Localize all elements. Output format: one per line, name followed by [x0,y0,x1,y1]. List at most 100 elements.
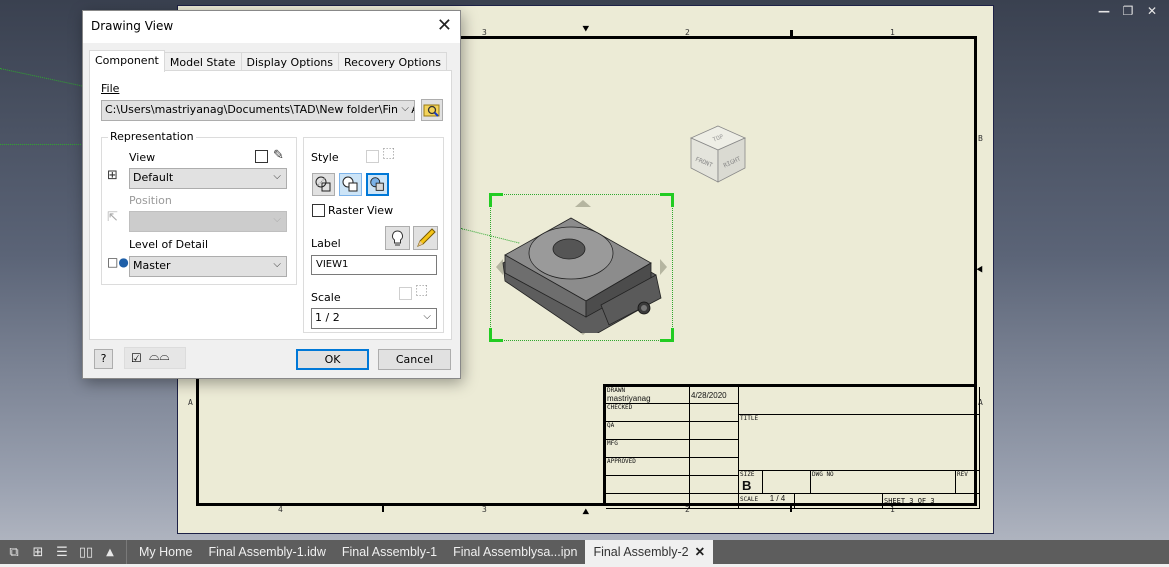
hidden-line-removed-button[interactable] [339,173,362,196]
style-label: Style [311,151,339,164]
hidden-line-button[interactable] [312,173,335,196]
file-select[interactable]: C:\Users\mastriyanag\Documents\TAD\New f… [101,100,415,121]
zone-tick [382,506,384,512]
preview-toggle[interactable]: ☑ ⌓⌓ [124,347,186,369]
scale-label: Scale [311,291,341,304]
arrow-up-icon[interactable] [575,200,591,207]
level-of-detail-icon: □● [107,255,129,269]
tab-component[interactable]: Component [89,50,165,72]
doc-tab-my-home[interactable]: My Home [131,540,200,564]
leader-line [0,144,85,145]
scale-from-base-checkbox[interactable] [399,287,412,300]
window-controls: — ❐ ✕ [1097,4,1159,18]
minimize-button[interactable]: — [1097,4,1111,18]
dialog-close-button[interactable]: ✕ [437,15,452,36]
chevron-down-icon: ⌵ [423,311,431,322]
edit-label-button[interactable] [413,226,438,250]
checked-cell: CHECKED [606,404,690,422]
position-rep-icon: ⇱ [107,210,118,225]
size-value: B [742,477,752,493]
tile-grid-icon[interactable]: ⊞ [26,545,50,560]
view-label-input[interactable]: VIEW1 [311,255,437,275]
approved-label: APPROVED [607,458,636,465]
zone-label-left: A [188,398,193,407]
drawing-view-selection[interactable] [489,193,674,342]
view-label-value: VIEW1 [316,259,349,270]
part-model-image [502,217,662,333]
viewcube[interactable]: TOP FRONT RIGHT [688,124,748,186]
ok-button[interactable]: OK [296,349,369,370]
cascade-windows-icon[interactable]: ⧉ [2,545,26,560]
sheet-cell: SHEET 3 OF 3 [883,494,980,509]
qa-label: QA [607,422,615,429]
doc-tab-final-assembly-2[interactable]: Final Assembly-2 ✕ [585,540,714,564]
qa-date-cell [690,422,739,440]
checked-label: CHECKED [607,404,633,411]
chevron-down-icon: ⌵ [273,171,281,182]
dialog-titlebar[interactable]: Drawing View ✕ [83,11,460,43]
drawn-by-value: mastriyanag [607,393,651,403]
mfg-label: MFG [607,440,618,447]
raster-view-checkbox[interactable] [312,204,325,217]
scale-select[interactable]: 1 / 2 ⌵ [311,308,437,329]
doc-tab-label: Final Assembly-2 [593,545,689,559]
rev-label: REV [957,471,968,478]
zone-label-right: B [978,134,983,143]
sheet-number: SHEET 3 OF 3 [884,497,935,505]
approved-date-cell [690,458,739,476]
tab-model-state[interactable]: Model State [163,52,242,71]
toggle-label-visibility-button[interactable] [385,226,410,250]
lightbulb-icon [392,230,403,246]
position-rep-select[interactable]: ⌵ [129,211,287,232]
position-rep-label: Position [129,194,172,207]
expand-up-icon[interactable]: ▲ [98,547,122,558]
dwg-no-label: DWG NO [812,471,834,478]
view-rep-value: Default [133,171,174,184]
company-cell [739,387,980,415]
lod-select[interactable]: Master ⌵ [129,256,287,277]
folder-open-icon [423,104,440,117]
lod-label: Level of Detail [129,238,209,251]
tab-display-options[interactable]: Display Options [240,52,340,71]
tab-panel-component: File C:\Users\mastriyanag\Documents\TAD\… [89,70,452,340]
shaded-icon [370,177,384,191]
scale-from-base-icon: ⬚ [415,282,429,298]
preview-checkbox-icon[interactable]: ☑ [131,351,142,365]
representation-group: Representation View ✎ ⊞ Default ⌵ Positi… [101,130,297,285]
associative-link-icon: ✎ [273,148,284,163]
view-rep-select[interactable]: Default ⌵ [129,168,287,189]
doc-tab-final-assemblysa-ipn[interactable]: Final Assemblysa...ipn [445,540,585,564]
blank-cell [606,476,690,494]
tab-recovery-options[interactable]: Recovery Options [338,52,447,71]
hidden-line-removed-icon [342,176,358,192]
pencil-icon [417,228,436,247]
selection-handle[interactable] [660,193,674,207]
doc-tab-final-assembly-1[interactable]: Final Assembly-1 [334,540,445,564]
restore-button[interactable]: ❐ [1121,4,1135,18]
shaded-button[interactable] [366,173,389,196]
chevron-down-icon: ⌵ [398,103,409,114]
close-window-button[interactable]: ✕ [1145,4,1159,18]
center-mark-top-icon: ⯆ [581,22,591,36]
cancel-button[interactable]: Cancel [378,349,451,370]
selection-handle[interactable] [489,193,503,207]
title-label: TITLE [740,415,759,422]
document-tab-bar: ⧉ ⊞ ☰ ▯▯ ▲ My Home Final Assembly-1.idw … [0,540,1169,564]
title-cell: TITLE [739,415,980,471]
glasses-icon: ⌓⌓ [149,349,170,364]
chevron-down-icon: ⌵ [273,259,281,270]
help-button[interactable]: ? [94,349,113,369]
view-rep-associative-checkbox[interactable] [255,150,268,163]
doc-tab-final-assembly-1-idw[interactable]: Final Assembly-1.idw [200,540,333,564]
tile-vertical-icon[interactable]: ▯▯ [74,545,98,560]
label-label: Label [311,237,341,250]
style-associative-checkbox[interactable] [366,150,379,163]
browse-file-button[interactable] [421,99,443,121]
blank-cell [606,494,690,509]
raster-view-label: Raster View [328,204,394,217]
drawing-view-dialog: Drawing View ✕ Component Model State Dis… [82,10,461,379]
drawn-date-value: 4/28/2020 [691,391,727,400]
close-tab-icon[interactable]: ✕ [695,545,705,559]
tile-horizontal-icon[interactable]: ☰ [50,545,74,560]
blank-cell [690,476,739,494]
